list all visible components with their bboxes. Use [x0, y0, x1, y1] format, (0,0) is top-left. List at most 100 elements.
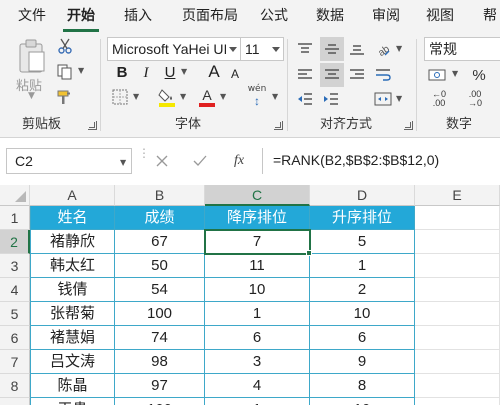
table-cell[interactable]: 6 [310, 326, 415, 350]
column-header-d[interactable]: D [310, 185, 415, 206]
table-cell[interactable]: 10 [310, 302, 415, 326]
table-cell[interactable]: 98 [115, 350, 205, 374]
empty-cell[interactable] [415, 374, 500, 398]
row-header-4[interactable]: 4 [0, 278, 30, 302]
decrease-decimal-icon[interactable]: .00 →0 [460, 89, 490, 109]
row-header-8[interactable]: 8 [0, 374, 30, 398]
paste-icon[interactable] [12, 37, 52, 75]
table-cell[interactable]: 10 [205, 278, 310, 302]
increase-decimal-icon[interactable]: ←0.00 [424, 89, 454, 109]
font-color-chevron-down-icon[interactable]: ▼ [220, 92, 226, 101]
column-header-b[interactable]: B [115, 185, 205, 206]
row-header-5[interactable]: 5 [0, 302, 30, 326]
table-cell[interactable]: 褚静欣 [30, 230, 115, 254]
decrease-font-size-button[interactable]: A [225, 63, 245, 85]
empty-cell[interactable] [415, 326, 500, 350]
borders-icon[interactable] [110, 87, 130, 107]
decrease-indent-icon[interactable] [294, 89, 316, 109]
increase-indent-icon[interactable] [320, 89, 342, 109]
name-box-chevron-down-icon[interactable]: ▼ [120, 158, 126, 167]
table-cell[interactable]: 67 [115, 230, 205, 254]
orientation-icon[interactable]: ab [372, 39, 394, 59]
fill-color-chevron-down-icon[interactable]: ▼ [180, 92, 186, 101]
italic-button[interactable]: I [136, 62, 156, 84]
table-cell[interactable]: 74 [115, 326, 205, 350]
table-cell[interactable]: 2 [310, 278, 415, 302]
merge-chevron-down-icon[interactable]: ▼ [396, 94, 402, 103]
table-header-cell[interactable]: 姓名 [30, 206, 115, 230]
table-cell[interactable]: 8 [310, 374, 415, 398]
top-align-icon[interactable] [294, 39, 316, 59]
clipboard-launcher-icon[interactable] [88, 121, 97, 130]
table-cell[interactable]: 1 [205, 302, 310, 326]
empty-cell[interactable] [415, 206, 500, 230]
align-right-icon[interactable] [346, 65, 368, 85]
tab-view[interactable]: 视图 [422, 0, 458, 33]
percent-style-icon[interactable]: % [466, 65, 492, 85]
accounting-format-icon[interactable] [424, 65, 450, 85]
name-box[interactable]: C2 [6, 148, 132, 174]
table-cell[interactable]: 100 [115, 302, 205, 326]
bold-button[interactable]: B [112, 62, 132, 84]
tab-review[interactable]: 审阅 [368, 0, 404, 33]
font-color-icon[interactable]: A [196, 86, 218, 108]
increase-font-size-button[interactable]: A [204, 61, 224, 83]
font-name-combo[interactable]: Microsoft YaHei UI [107, 37, 241, 61]
format-painter-icon[interactable] [54, 88, 76, 106]
formula-input[interactable]: =RANK(B2,$B$2:$B$12,0) [262, 148, 500, 174]
table-cell[interactable]: 3 [205, 350, 310, 374]
column-header-c[interactable]: C [205, 185, 310, 206]
table-cell[interactable]: 吕文涛 [30, 350, 115, 374]
font-name-chevron-down-icon[interactable] [226, 38, 240, 60]
orientation-chevron-down-icon[interactable]: ▼ [396, 44, 402, 53]
font-size-combo[interactable]: 11 [240, 37, 284, 61]
row-header-2[interactable]: 2 [0, 230, 30, 254]
cut-icon[interactable] [56, 37, 74, 55]
tab-data[interactable]: 数据 [312, 0, 348, 33]
font-launcher-icon[interactable] [274, 121, 283, 130]
table-cell[interactable]: 9 [310, 350, 415, 374]
paste-chevron-down-icon[interactable]: ▼ [28, 91, 35, 101]
table-cell[interactable]: 10 [310, 398, 415, 405]
copy-icon[interactable] [54, 63, 76, 81]
align-center-icon[interactable] [320, 63, 344, 87]
table-cell[interactable]: 97 [115, 374, 205, 398]
underline-button[interactable]: U [160, 62, 180, 84]
number-format-combo[interactable]: 常规 [424, 37, 500, 61]
empty-cell[interactable] [415, 302, 500, 326]
empty-cell[interactable] [415, 398, 500, 405]
accounting-chevron-down-icon[interactable]: ▼ [452, 69, 458, 78]
table-cell[interactable]: 韩太红 [30, 254, 115, 278]
table-cell[interactable]: 7 [205, 230, 310, 254]
table-cell[interactable]: 11 [205, 254, 310, 278]
row-header-9[interactable]: 9 [0, 398, 30, 405]
confirm-entry-icon[interactable] [188, 150, 212, 172]
underline-chevron-down-icon[interactable]: ▼ [181, 67, 187, 76]
column-header-a[interactable]: A [30, 185, 115, 206]
empty-cell[interactable] [415, 254, 500, 278]
copy-chevron-down-icon[interactable]: ▼ [78, 66, 84, 75]
bottom-align-icon[interactable] [346, 39, 368, 59]
table-header-cell[interactable]: 升序排位 [310, 206, 415, 230]
fill-color-icon[interactable] [156, 86, 178, 108]
borders-chevron-down-icon[interactable]: ▼ [133, 92, 139, 101]
tab-formulas[interactable]: 公式 [256, 0, 292, 33]
tab-page-layout[interactable]: 页面布局 [175, 0, 245, 33]
wrap-text-icon[interactable] [372, 65, 394, 85]
fill-handle[interactable] [306, 250, 312, 256]
table-header-cell[interactable]: 降序排位 [205, 206, 310, 230]
table-cell[interactable]: 4 [205, 374, 310, 398]
phonetic-chevron-down-icon[interactable]: ▼ [272, 92, 278, 101]
table-cell[interactable]: 54 [115, 278, 205, 302]
row-header-7[interactable]: 7 [0, 350, 30, 374]
table-cell[interactable]: 50 [115, 254, 205, 278]
merge-center-icon[interactable] [372, 89, 394, 109]
alignment-launcher-icon[interactable] [404, 121, 413, 130]
table-cell[interactable]: 褚慧娟 [30, 326, 115, 350]
tab-help[interactable]: 帮 [480, 0, 500, 33]
row-header-6[interactable]: 6 [0, 326, 30, 350]
table-header-cell[interactable]: 成绩 [115, 206, 205, 230]
select-all-corner[interactable] [0, 185, 30, 206]
empty-cell[interactable] [415, 278, 500, 302]
row-header-3[interactable]: 3 [0, 254, 30, 278]
